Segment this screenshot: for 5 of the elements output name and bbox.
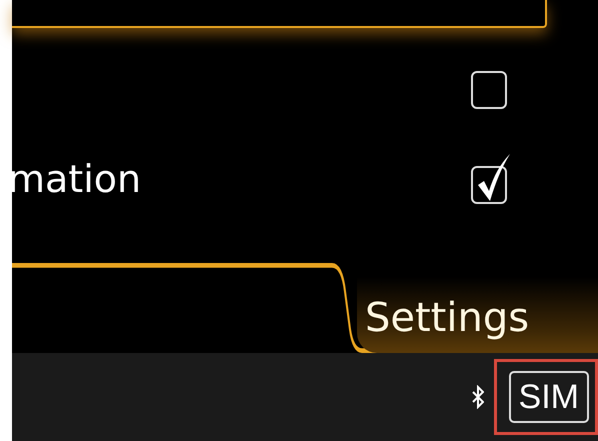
bluetooth-icon: [472, 385, 484, 409]
option-label: mation: [8, 156, 142, 200]
sim-indicator: SIM: [508, 371, 589, 423]
settings-tab[interactable]: Settings: [357, 277, 598, 353]
checked-checkbox[interactable]: [470, 152, 510, 204]
